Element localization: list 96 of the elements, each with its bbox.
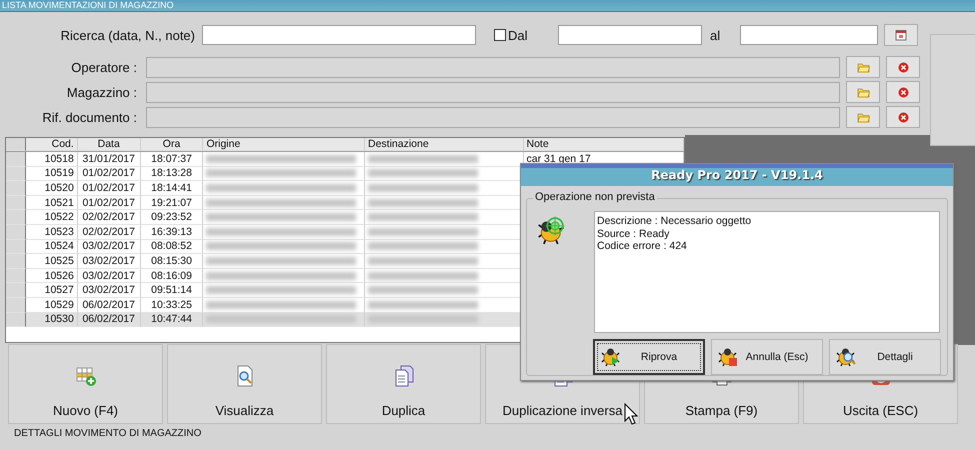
folder-icon — [856, 112, 870, 122]
table-cell: 03/02/2017 — [78, 240, 141, 254]
table-cell: 18:14:41 — [140, 181, 204, 196]
column-header[interactable]: Cod. — [26, 138, 78, 151]
row-header[interactable] — [6, 152, 26, 167]
error-line: Source : Ready — [597, 228, 670, 240]
table-cell: 09:51:14 — [140, 283, 204, 298]
row-header[interactable] — [6, 254, 26, 269]
clear-icon — [898, 86, 908, 98]
search-label: Ricerca (data, N., note) — [60, 28, 195, 42]
bug-stop-icon — [718, 347, 738, 367]
filter-field[interactable] — [146, 106, 840, 128]
table-cell: 10525 — [26, 254, 78, 269]
table-cell: 01/02/2017 — [78, 166, 141, 182]
grid-plus-icon — [74, 365, 96, 387]
folder-icon — [856, 86, 870, 98]
table-cell: 01/02/2017 — [78, 181, 141, 196]
table-cell: 03/02/2017 — [78, 283, 141, 298]
column-header[interactable]: Ora — [140, 138, 204, 151]
table-cell: 06/02/2017 — [78, 312, 141, 328]
table-cell: 10:47:44 — [140, 312, 204, 328]
table-cell: 03/02/2017 — [78, 268, 141, 284]
date-to-field[interactable] — [740, 25, 878, 45]
column-header[interactable]: Data — [78, 138, 141, 151]
filter-label: Rif. documento : — [41, 110, 137, 124]
table-cell: 08:08:52 — [140, 240, 204, 254]
table-cell: 09:23:52 — [140, 210, 204, 225]
filter-field[interactable] — [146, 56, 840, 78]
filter-label: Magazzino : — [66, 84, 137, 100]
mouse-cursor-icon — [624, 403, 638, 425]
filter-label: Operatore : — [70, 60, 137, 74]
table-cell: 31/01/2017 — [78, 152, 141, 167]
row-header[interactable] — [6, 166, 26, 182]
filter-field[interactable] — [146, 82, 840, 102]
clear-icon — [898, 62, 908, 72]
table-cell: 10530 — [26, 312, 78, 328]
clear-button[interactable] — [886, 81, 920, 103]
calendar-icon — [895, 29, 907, 41]
table-cell: 10519 — [26, 166, 78, 182]
table-cell: 19:21:07 — [140, 196, 204, 210]
row-header[interactable] — [6, 181, 26, 196]
table-cell: 08:15:30 — [140, 254, 204, 269]
row-header[interactable] — [6, 196, 26, 210]
error-line: Descrizione : Necessario oggetto — [597, 215, 752, 228]
browse-button[interactable] — [846, 56, 880, 78]
search-field[interactable] — [202, 25, 476, 45]
table-cell: 02/02/2017 — [78, 210, 141, 225]
table-cell: 10522 — [26, 210, 78, 225]
table-cell: 10526 — [26, 268, 78, 284]
table-cell: 08:16:09 — [140, 268, 204, 284]
row-header[interactable] — [6, 240, 26, 254]
row-header[interactable] — [6, 283, 26, 298]
table-cell: 18:07:37 — [140, 152, 204, 167]
column-header[interactable]: Note — [524, 138, 684, 151]
row-header[interactable] — [6, 210, 26, 225]
row-header[interactable] — [6, 268, 26, 284]
dialog-button[interactable]: Dettagli — [829, 339, 941, 375]
dialog-button[interactable]: Riprova — [593, 339, 705, 375]
action-button[interactable]: Duplica — [326, 344, 481, 424]
clear-button[interactable] — [886, 56, 920, 78]
date-from-field[interactable] — [558, 25, 702, 45]
error-line: Codice errore : 424 — [597, 240, 688, 252]
row-header[interactable] — [6, 298, 26, 313]
dal-checkbox[interactable] — [494, 29, 506, 41]
table-cell: 16:39:13 — [140, 224, 204, 240]
row-header[interactable] — [6, 312, 26, 328]
section-title: DETTAGLI MOVIMENTO DI MAGAZZINO — [14, 428, 202, 440]
bug-play-icon — [601, 347, 621, 367]
clear-icon — [898, 112, 908, 122]
bug-magnifier-icon — [836, 347, 856, 367]
browse-button[interactable] — [846, 106, 880, 128]
column-header[interactable]: Destinazione — [364, 138, 524, 151]
calendar-button[interactable] — [884, 24, 918, 46]
dal-label: Dal — [508, 28, 528, 42]
action-button[interactable]: Nuovo (F4) — [8, 344, 163, 424]
folder-icon — [856, 62, 870, 72]
window-title: LISTA MOVIMENTAZIONI DI MAGAZZINO — [1, 0, 175, 11]
group-label: Operazione non prevista — [533, 191, 657, 203]
column-header[interactable]: Origine — [203, 138, 365, 151]
table-cell: 10527 — [26, 283, 78, 298]
clear-button[interactable] — [886, 106, 920, 128]
action-button[interactable]: Visualizza — [167, 344, 322, 424]
dialog-button[interactable]: Annulla (Esc) — [711, 339, 823, 375]
table-cell: 10524 — [26, 240, 78, 254]
table-cell: 02/02/2017 — [78, 224, 141, 240]
table-cell: 03/02/2017 — [78, 254, 141, 269]
dialog-title: Ready Pro 2017 - V19.1.4 — [651, 168, 823, 182]
table-cell: 10520 — [26, 181, 78, 196]
table-cell: 18:13:28 — [140, 166, 204, 182]
al-label: al — [709, 28, 722, 42]
table-cell: 01/02/2017 — [78, 196, 141, 210]
table-cell: 10518 — [26, 152, 78, 167]
browse-button[interactable] — [846, 81, 880, 103]
row-header[interactable] — [6, 224, 26, 240]
table-cell: 10523 — [26, 224, 78, 240]
table-cell: 10521 — [26, 196, 78, 210]
